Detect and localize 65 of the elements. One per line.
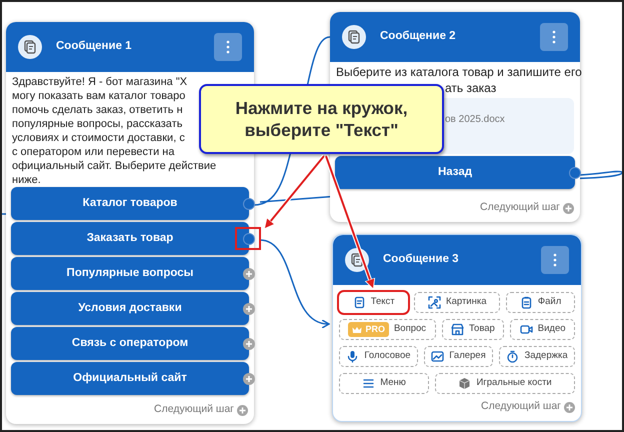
stopwatch-icon xyxy=(506,350,520,363)
reply-button[interactable]: Официальный сайт xyxy=(11,362,249,395)
block-type-button[interactable]: Файл xyxy=(506,292,575,313)
message-text-line: с оператором или перевести на xyxy=(12,145,174,159)
reply-button[interactable]: Назад xyxy=(335,156,575,189)
reply-button[interactable]: Условия доставки xyxy=(11,292,249,325)
block-type-button[interactable]: Голосовое xyxy=(339,346,418,367)
message-text-line: помочь сделать заказ, ответить н xyxy=(12,103,183,117)
next-step-label: Следующий шаг xyxy=(481,399,561,414)
block-type-button[interactable]: Игральные кости xyxy=(435,373,575,394)
next-step-label: Следующий шаг xyxy=(154,402,234,418)
reply-button[interactable]: Связь с оператором xyxy=(11,327,249,360)
plus-icon xyxy=(245,340,253,348)
reply-button[interactable]: Заказать товар xyxy=(11,222,249,255)
reply-button[interactable]: Популярные вопросы xyxy=(11,257,249,290)
plus-icon xyxy=(245,270,253,278)
menu-icon xyxy=(362,377,376,390)
card-title: Сообщение 2 xyxy=(380,29,457,44)
message-text-line: официальный сайт. Выберите действие xyxy=(12,159,216,173)
block-type-button[interactable]: Меню xyxy=(339,373,430,394)
plus-icon xyxy=(245,304,253,312)
kebab-menu-icon xyxy=(553,253,557,267)
message-text-line: Здравствуйте! Я - бот магазина "Х xyxy=(12,75,188,89)
document-icon xyxy=(352,296,366,309)
image-icon xyxy=(428,296,442,309)
message-text-line: Выберите из каталога товар и запишите его xyxy=(336,64,582,80)
callout-text: выберите "Текст" xyxy=(244,119,398,141)
document-icon xyxy=(22,39,38,55)
document-icon xyxy=(346,29,362,45)
plus-icon xyxy=(239,406,246,414)
plus-icon xyxy=(245,374,253,382)
add-port[interactable] xyxy=(243,338,255,350)
plus-icon xyxy=(566,404,573,411)
add-port[interactable] xyxy=(243,302,255,314)
next-step-label: Следующий шаг xyxy=(480,200,560,216)
dice-icon xyxy=(458,377,472,390)
pro-badge: PRO xyxy=(348,322,389,338)
kebab-menu-icon xyxy=(552,30,556,44)
message-text-line: ать заказ xyxy=(445,80,496,96)
block-type-button[interactable]: Видео xyxy=(510,319,575,340)
block-type-button[interactable]: Товар xyxy=(442,319,504,340)
file-name: ов 2025.docx xyxy=(445,113,505,127)
crown-icon xyxy=(352,326,362,334)
callout-text: Нажмите на кружок, xyxy=(235,97,408,119)
plus-icon xyxy=(565,204,572,212)
add-port[interactable] xyxy=(243,268,255,280)
message-text-line: популярные вопросы, рассказать xyxy=(12,117,182,131)
block-type-button[interactable]: Галерея xyxy=(424,346,494,367)
reply-button[interactable]: Каталог товаров xyxy=(11,187,249,220)
block-type-button[interactable]: Картинка xyxy=(414,292,500,313)
message-text-line: могу показать вам каталог товаро xyxy=(12,89,186,103)
microphone-icon xyxy=(346,350,360,363)
store-icon xyxy=(450,323,464,336)
message-text-line: условиях и стоимости доставки, с xyxy=(12,131,185,145)
block-type-button[interactable]: Текст xyxy=(339,292,408,313)
card-title: Сообщение 1 xyxy=(56,39,133,54)
block-type-button[interactable]: Задержка xyxy=(499,346,575,367)
document-icon xyxy=(349,252,365,268)
card-title: Сообщение 3 xyxy=(383,252,460,268)
block-type-button[interactable]: PRO Вопрос xyxy=(339,319,436,340)
clipboard-icon xyxy=(520,296,533,309)
gallery-icon xyxy=(431,350,444,363)
video-camera-icon xyxy=(520,323,533,336)
message-text-line: ниже. xyxy=(12,173,41,187)
kebab-menu-icon xyxy=(226,40,230,54)
